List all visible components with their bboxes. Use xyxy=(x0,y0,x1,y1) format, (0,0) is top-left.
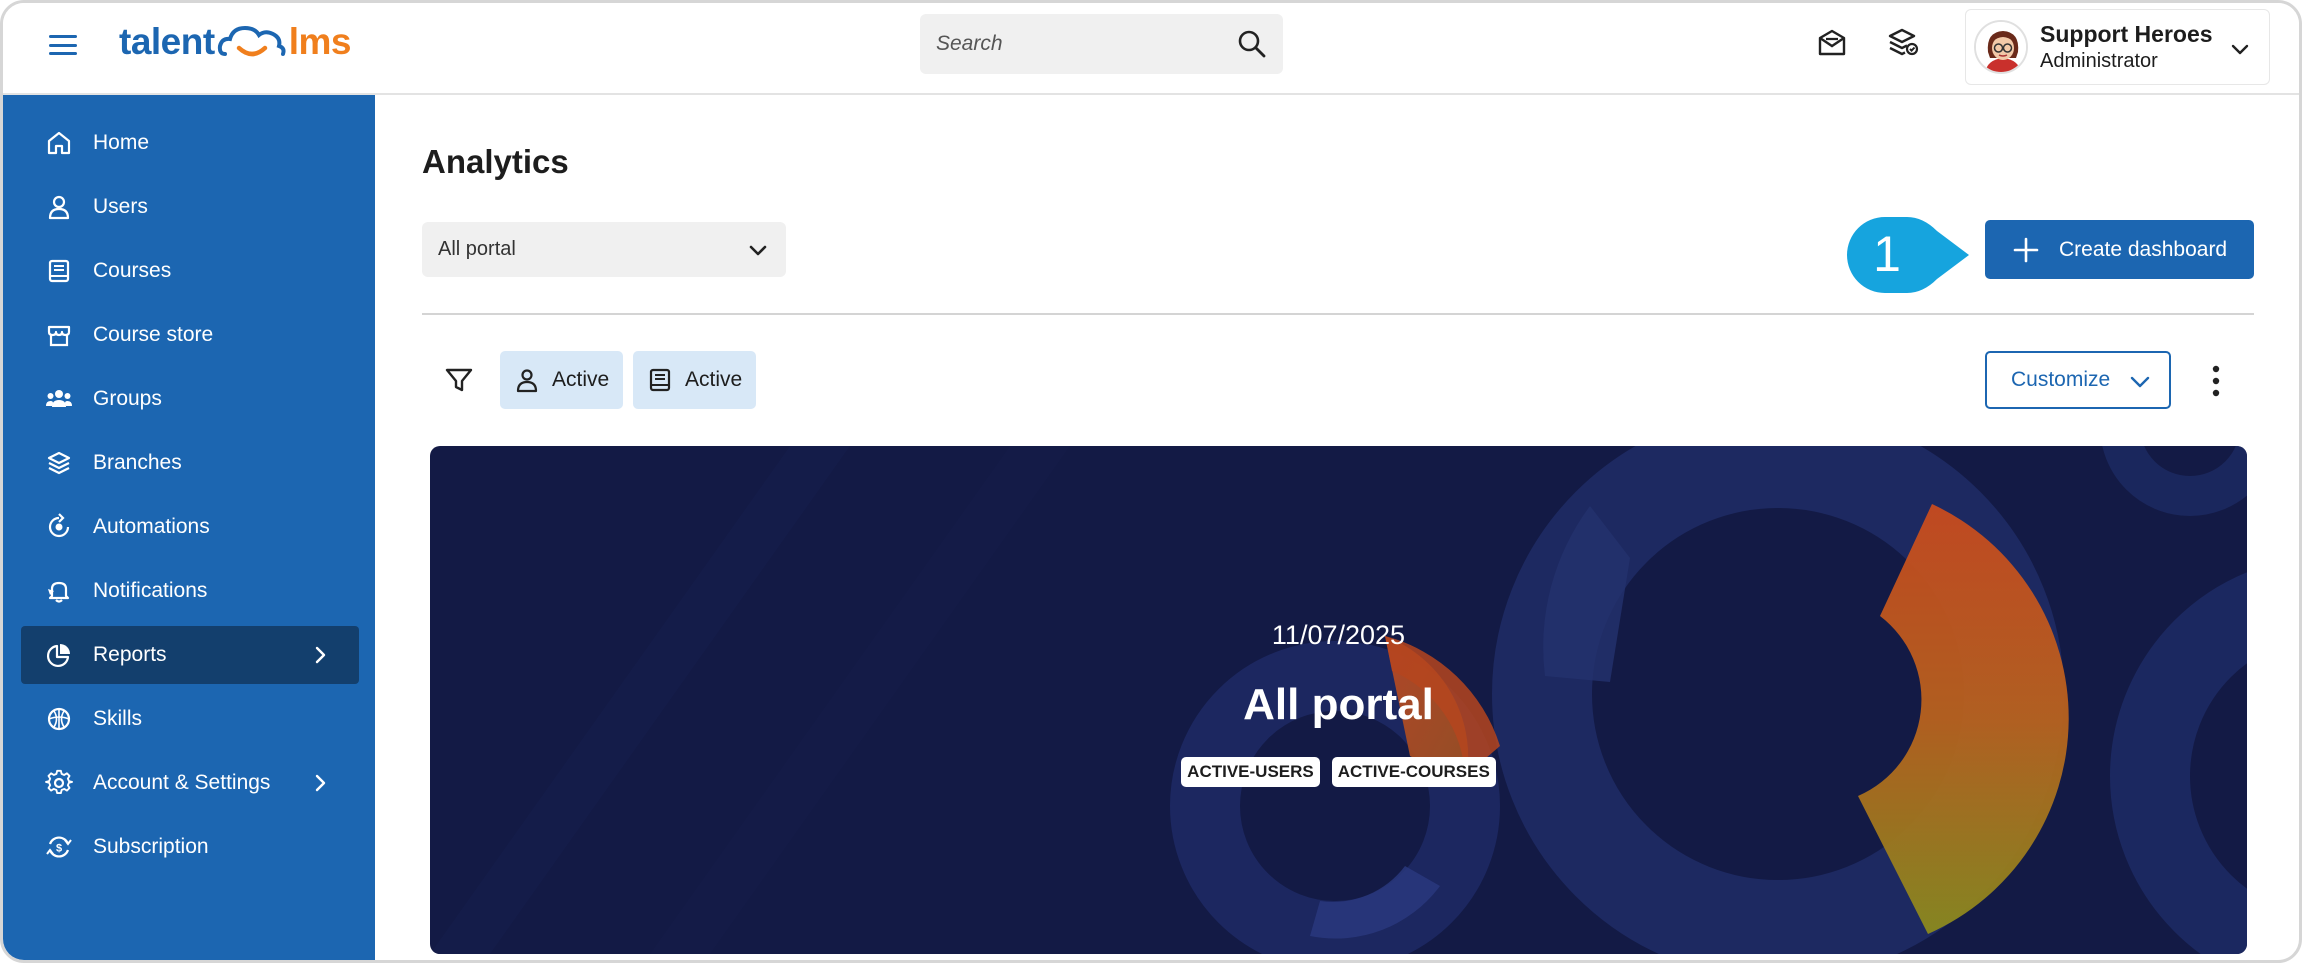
sidebar-item-branches[interactable]: Branches xyxy=(21,434,359,492)
layers-icon xyxy=(47,451,71,475)
search-icon[interactable] xyxy=(1237,29,1267,59)
book-icon xyxy=(649,368,671,392)
callout-number: 1 xyxy=(1873,226,1901,282)
automation-icon xyxy=(48,513,70,538)
sidebar-item-courses[interactable]: Courses xyxy=(21,242,359,300)
sidebar-item-home[interactable]: Home xyxy=(21,114,359,172)
avatar xyxy=(1974,20,2028,74)
search-input[interactable] xyxy=(936,32,1237,56)
sidebar-item-label: Skills xyxy=(93,707,143,730)
dashboard-banner[interactable]: 11/07/2025 All portal ACTIVE-USERS ACTIV… xyxy=(430,446,2247,954)
sidebar-item-automations[interactable]: Automations xyxy=(21,498,359,556)
sidebar-item-label: Branches xyxy=(93,451,182,474)
chip-label: Active xyxy=(685,368,743,391)
inbox-icon[interactable] xyxy=(1815,25,1849,59)
chevron-down-icon[interactable] xyxy=(2229,38,2251,60)
plus-icon xyxy=(2013,237,2039,262)
user-icon xyxy=(516,369,538,393)
home-icon xyxy=(47,131,71,155)
sidebar-item-course-store[interactable]: Course store xyxy=(21,306,359,364)
divider xyxy=(422,313,2254,315)
top-bar: talent lms Search Support Heroes Adminis… xyxy=(3,3,2299,95)
courses-switch-icon[interactable] xyxy=(1886,25,1920,59)
pie-chart-icon xyxy=(46,644,70,668)
sidebar: Home Users Courses Course store Groups B… xyxy=(3,95,375,960)
sidebar-item-label: Account & Settings xyxy=(93,771,271,794)
portal-select-value: All portal xyxy=(438,238,516,260)
sidebar-item-groups[interactable]: Groups xyxy=(21,370,359,428)
filter-chip-active-courses[interactable]: Active xyxy=(633,351,757,409)
sidebar-item-label: Course store xyxy=(93,323,214,346)
menu-icon[interactable] xyxy=(49,31,77,59)
sidebar-item-skills[interactable]: Skills xyxy=(21,690,359,748)
gear-icon xyxy=(45,769,73,795)
banner-date: 11/07/2025 xyxy=(1271,620,1406,650)
logo-text-talent: talent xyxy=(119,21,215,62)
sidebar-item-label: Automations xyxy=(93,515,210,538)
sidebar-item-reports[interactable]: Reports xyxy=(21,626,359,684)
search-box[interactable] xyxy=(920,14,1283,74)
sidebar-item-label: Home xyxy=(93,131,150,154)
sidebar-item-label: Notifications xyxy=(93,579,208,602)
subscription-icon: $ xyxy=(46,836,72,858)
customize-button[interactable]: Customize xyxy=(1985,351,2171,409)
create-dashboard-label: Create dashboard xyxy=(2059,237,2228,261)
banner-tags: ACTIVE-USERS ACTIVE-COURSES xyxy=(430,757,2247,787)
user-icon xyxy=(48,195,70,220)
page-title: Analytics xyxy=(422,143,569,180)
user-menu[interactable]: Support Heroes Administrator xyxy=(1965,9,2270,85)
customize-label: Customize xyxy=(2011,368,2111,391)
user-name: Support Heroes xyxy=(2040,21,2213,48)
sidebar-item-account-settings[interactable]: Account & Settings xyxy=(21,754,359,812)
bell-icon xyxy=(48,581,70,603)
filter-chip-active-users[interactable]: Active xyxy=(500,351,624,409)
banner-title: All portal xyxy=(1243,680,1434,729)
cloud-logo-icon xyxy=(217,25,286,57)
svg-text:$: $ xyxy=(56,843,62,855)
sidebar-item-users[interactable]: Users xyxy=(21,178,359,236)
sidebar-item-notifications[interactable]: Notifications xyxy=(21,562,359,620)
chevron-right-icon xyxy=(315,646,326,664)
more-options-icon[interactable] xyxy=(2203,363,2229,399)
sidebar-item-label: Courses xyxy=(93,259,172,282)
app-window: talent lms Search Support Heroes Adminis… xyxy=(0,0,2302,963)
skills-icon xyxy=(47,707,71,731)
create-dashboard-button[interactable]: Create dashboard xyxy=(1985,220,2254,279)
chevron-down-icon xyxy=(749,245,767,256)
chevron-right-icon xyxy=(315,774,326,792)
user-role: Administrator xyxy=(2040,49,2158,72)
sidebar-item-label: Users xyxy=(93,195,148,218)
store-icon xyxy=(47,325,71,347)
filter-icon[interactable] xyxy=(444,365,474,395)
portal-select[interactable]: All portal xyxy=(422,222,786,277)
logo-text-lms: lms xyxy=(288,21,352,62)
groups-icon xyxy=(46,390,72,407)
sidebar-item-label: Reports xyxy=(93,643,167,666)
step-callout: 1 xyxy=(1847,217,1969,293)
tag-active-users: ACTIVE-USERS xyxy=(1181,757,1320,787)
chip-label: Active xyxy=(552,368,610,391)
sidebar-item-label: Groups xyxy=(93,387,162,410)
sidebar-item-label: Subscription xyxy=(93,835,209,858)
talentlms-logo[interactable]: talent lms xyxy=(119,17,351,67)
book-icon xyxy=(48,259,70,283)
sidebar-item-subscription[interactable]: $ Subscription xyxy=(21,818,359,876)
tag-active-courses: ACTIVE-COURSES xyxy=(1331,757,1496,787)
chevron-down-icon xyxy=(2130,376,2150,388)
